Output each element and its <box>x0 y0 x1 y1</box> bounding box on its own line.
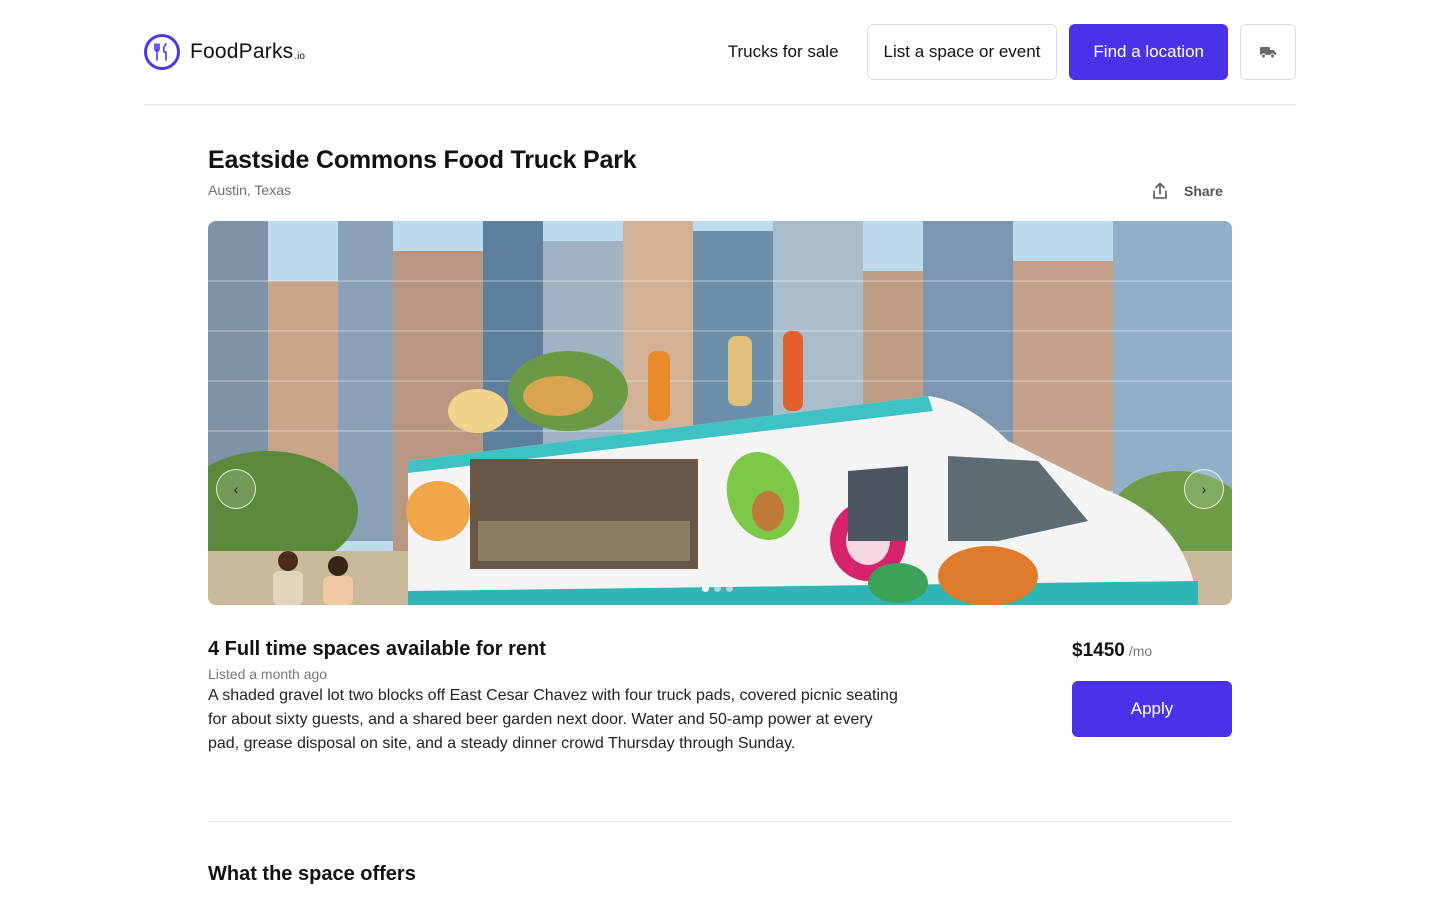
site-header: FoodParks .io Trucks for sale List a spa… <box>144 0 1296 105</box>
listing-heading: 4 Full time spaces available for rent <box>208 638 546 660</box>
share-label: Share <box>1184 183 1223 199</box>
price-amount: $1450 <box>1072 640 1125 661</box>
find-location-button[interactable]: Find a location <box>1069 24 1228 80</box>
gallery-dot[interactable] <box>726 585 733 592</box>
photo-gallery[interactable]: ‹ › <box>208 221 1232 605</box>
section-divider <box>208 821 1232 822</box>
price: $1450/mo <box>1072 640 1152 662</box>
listing-location: Austin, Texas <box>208 182 292 198</box>
trucks-for-sale-link[interactable]: Trucks for sale <box>728 42 839 62</box>
share-icon <box>1153 182 1167 199</box>
chevron-left-icon: ‹ <box>233 481 239 497</box>
apply-button[interactable]: Apply <box>1072 681 1232 737</box>
gallery-prev-button[interactable]: ‹ <box>216 469 256 509</box>
page-title: Eastside Commons Food Truck Park <box>208 146 637 174</box>
brand-tld: .io <box>294 50 305 62</box>
gallery-pagination <box>702 585 738 592</box>
main-nav: Trucks for sale List a space or event Fi… <box>728 24 1296 80</box>
gallery-dot[interactable] <box>714 585 721 592</box>
truck-menu-button[interactable] <box>1240 24 1296 80</box>
food-truck-city-skyline-photo <box>208 221 1232 605</box>
logo[interactable]: FoodParks .io <box>144 33 305 71</box>
truck-icon <box>1260 47 1276 59</box>
share-button[interactable]: Share <box>1152 180 1223 202</box>
list-space-button[interactable]: List a space or event <box>866 24 1058 80</box>
price-unit: /mo <box>1128 643 1153 659</box>
chevron-right-icon: › <box>1201 481 1207 497</box>
fork-knife-icon <box>144 34 180 70</box>
gallery-dot[interactable] <box>702 585 709 592</box>
gallery-next-button[interactable]: › <box>1184 469 1224 509</box>
offers-heading: What the space offers <box>208 863 416 885</box>
brand-name: FoodParks <box>190 40 294 63</box>
listed-date: Listed a month ago <box>208 666 328 682</box>
listing-description: A shaded gravel lot two blocks off East … <box>208 687 898 752</box>
